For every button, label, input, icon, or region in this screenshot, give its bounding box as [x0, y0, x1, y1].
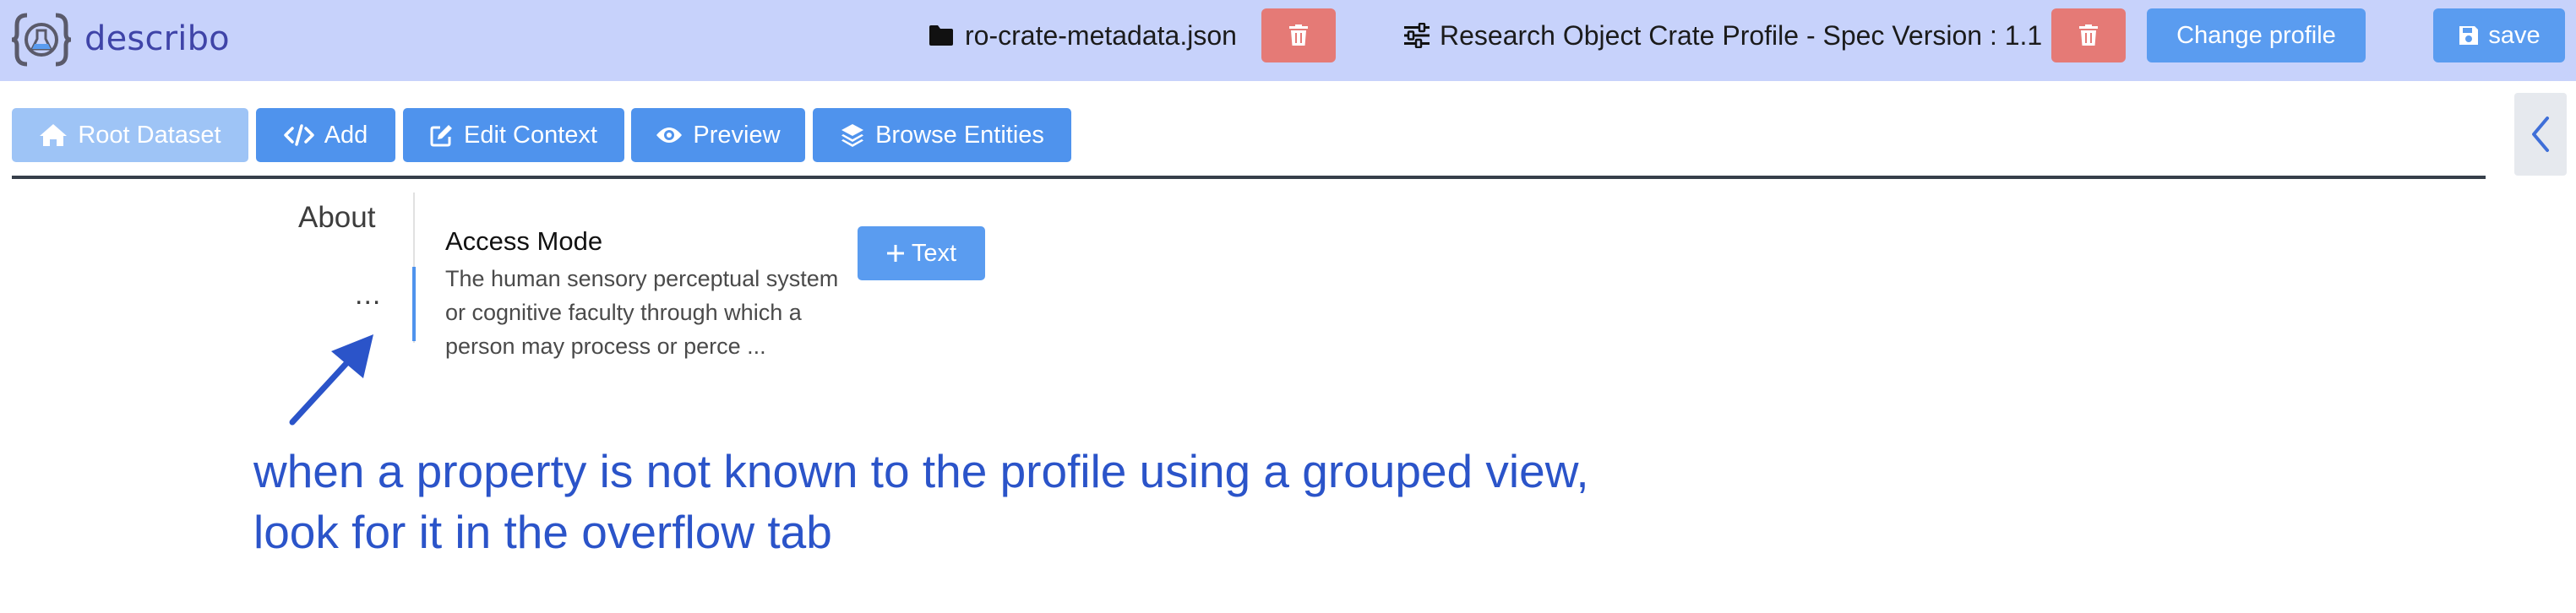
property-description: The human sensory perceptual system or c… — [445, 266, 839, 359]
toolbar-divider — [12, 176, 2486, 179]
root-dataset-label: Root Dataset — [78, 121, 221, 149]
annotation-line-1: when a property is not known to the prof… — [253, 445, 1589, 497]
tab-about[interactable]: About — [298, 201, 375, 235]
browse-entities-button[interactable]: Browse Entities — [813, 108, 1071, 162]
trash-icon — [1289, 24, 1308, 46]
add-text-button[interactable]: Text — [858, 226, 985, 280]
add-text-label: Text — [911, 239, 957, 267]
preview-label: Preview — [693, 121, 781, 149]
delete-file-button[interactable] — [1261, 8, 1336, 62]
edit-icon — [430, 125, 452, 147]
brand-name: describo — [84, 19, 230, 58]
delete-profile-button[interactable] — [2051, 8, 2126, 62]
sliders-icon — [1404, 23, 1430, 48]
tab-overflow[interactable]: ... — [355, 279, 381, 312]
profile-name: Research Object Crate Profile - Spec Ver… — [1402, 15, 2042, 56]
trash-icon — [2079, 24, 2098, 46]
preview-button[interactable]: Preview — [631, 108, 805, 162]
save-label: save — [2488, 21, 2541, 49]
edit-context-button[interactable]: Edit Context — [403, 108, 624, 162]
eye-icon — [656, 127, 683, 143]
describo-logo-icon — [11, 13, 72, 67]
home-icon — [40, 124, 68, 146]
layers-icon — [841, 124, 864, 147]
plus-icon — [886, 245, 904, 262]
change-profile-button[interactable]: Change profile — [2147, 8, 2366, 62]
property-title: Access Mode — [445, 226, 603, 256]
folder-icon — [929, 25, 953, 46]
save-button[interactable]: save — [2433, 8, 2565, 62]
file-name: ro-crate-metadata.json — [928, 15, 1237, 56]
annotation-text: when a property is not known to the prof… — [253, 441, 1589, 562]
active-tab-indicator — [412, 267, 416, 341]
chevron-left-icon — [2532, 117, 2549, 152]
change-profile-label: Change profile — [2176, 21, 2336, 49]
add-label: Add — [324, 121, 368, 149]
root-dataset-button[interactable]: Root Dataset — [12, 108, 248, 162]
annotation-line-2: look for it in the overflow tab — [253, 506, 832, 558]
annotation-arrow-icon — [289, 334, 373, 426]
save-icon — [2459, 26, 2479, 45]
profile-name-label: Research Object Crate Profile - Spec Ver… — [1440, 19, 2043, 51]
add-button[interactable]: Add — [256, 108, 395, 162]
browse-entities-label: Browse Entities — [875, 121, 1044, 149]
edit-context-label: Edit Context — [464, 121, 597, 149]
collapse-panel-button[interactable] — [2514, 93, 2567, 176]
file-name-label: ro-crate-metadata.json — [965, 19, 1237, 51]
code-icon — [283, 124, 314, 146]
app-header: describo ro-crate-metadata.json Research… — [0, 0, 2576, 81]
